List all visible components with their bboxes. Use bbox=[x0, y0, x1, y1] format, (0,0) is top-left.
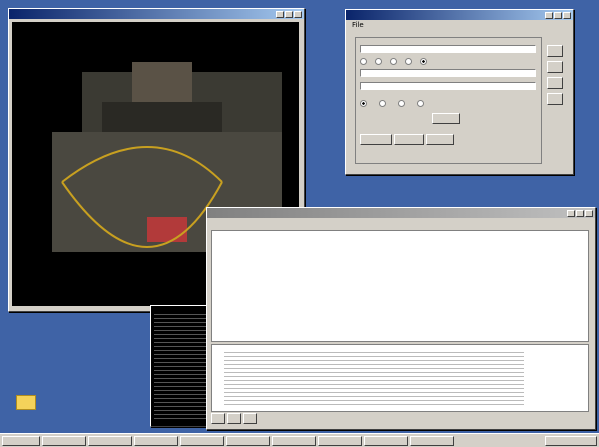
log-row bbox=[222, 278, 578, 287]
taskbar-item[interactable] bbox=[88, 435, 132, 446]
footer-button-3[interactable] bbox=[243, 413, 257, 424]
menu-file[interactable]: File bbox=[352, 21, 364, 29]
field-3[interactable] bbox=[360, 82, 536, 90]
field-1[interactable] bbox=[360, 45, 536, 53]
system-tray bbox=[545, 435, 597, 446]
type-radio-group bbox=[360, 58, 536, 65]
footer-button-1[interactable] bbox=[211, 413, 225, 424]
log-list[interactable] bbox=[211, 230, 589, 342]
side-button-4[interactable] bbox=[547, 93, 563, 105]
agent-form bbox=[355, 37, 542, 164]
log-detail-area[interactable] bbox=[211, 344, 589, 412]
console-window bbox=[150, 305, 214, 427]
log-row bbox=[222, 233, 578, 242]
field-2[interactable] bbox=[360, 69, 536, 77]
taskbar-item[interactable] bbox=[410, 435, 454, 446]
tab-1[interactable] bbox=[360, 134, 392, 145]
minimize-button[interactable] bbox=[567, 209, 575, 217]
close-button[interactable] bbox=[294, 10, 302, 18]
taskbar-item[interactable] bbox=[364, 435, 408, 446]
agent-menubar: File bbox=[346, 20, 573, 29]
minimize-button[interactable] bbox=[545, 11, 553, 19]
log-row bbox=[222, 260, 578, 269]
taskbar-item[interactable] bbox=[226, 435, 270, 446]
log-window bbox=[206, 207, 596, 430]
log-titlebar[interactable] bbox=[207, 208, 595, 218]
agent-side-buttons bbox=[547, 45, 563, 105]
desktop-folder-icon[interactable] bbox=[14, 395, 38, 423]
side-button-1[interactable] bbox=[547, 45, 563, 57]
status-radio-2[interactable] bbox=[379, 100, 386, 107]
footer-button-2[interactable] bbox=[227, 413, 241, 424]
close-button[interactable] bbox=[563, 11, 571, 19]
taskbar-item[interactable] bbox=[318, 435, 362, 446]
status-radio-4[interactable] bbox=[417, 100, 424, 107]
status-radio-group bbox=[360, 100, 536, 107]
maximize-button[interactable] bbox=[554, 11, 562, 19]
start-button[interactable] bbox=[2, 435, 40, 446]
agent-control-titlebar[interactable] bbox=[346, 10, 573, 20]
log-row bbox=[222, 251, 578, 260]
connect-button[interactable] bbox=[432, 113, 460, 124]
maximize-button[interactable] bbox=[285, 10, 293, 18]
radio-5[interactable] bbox=[420, 58, 427, 65]
folder-icon bbox=[16, 395, 36, 410]
agent-tabs bbox=[360, 134, 454, 145]
tab-2[interactable] bbox=[394, 134, 424, 145]
radio-2[interactable] bbox=[375, 58, 382, 65]
taskbar-item[interactable] bbox=[134, 435, 178, 446]
log-menubar bbox=[207, 218, 595, 227]
close-button[interactable] bbox=[585, 209, 593, 217]
status-radio-3[interactable] bbox=[398, 100, 405, 107]
radio-1[interactable] bbox=[360, 58, 367, 65]
console-text-area bbox=[154, 311, 210, 421]
log-detail-text bbox=[224, 349, 524, 407]
side-button-2[interactable] bbox=[547, 61, 563, 73]
log-rows bbox=[212, 231, 588, 325]
log-row bbox=[222, 287, 578, 296]
radio-3[interactable] bbox=[390, 58, 397, 65]
maximize-button[interactable] bbox=[576, 209, 584, 217]
minimize-button[interactable] bbox=[276, 10, 284, 18]
log-row bbox=[222, 314, 578, 323]
log-footer bbox=[211, 413, 257, 424]
taskbar bbox=[0, 433, 599, 447]
map-window-titlebar[interactable] bbox=[9, 9, 304, 19]
status-radio-1[interactable] bbox=[360, 100, 367, 107]
radio-4[interactable] bbox=[405, 58, 412, 65]
taskbar-item[interactable] bbox=[180, 435, 224, 446]
log-row bbox=[222, 269, 578, 278]
tab-3[interactable] bbox=[426, 134, 454, 145]
side-button-3[interactable] bbox=[547, 77, 563, 89]
log-row bbox=[222, 296, 578, 305]
taskbar-item[interactable] bbox=[42, 435, 86, 446]
log-row bbox=[222, 242, 578, 251]
agent-control-window: File bbox=[345, 9, 574, 175]
log-row bbox=[222, 305, 578, 314]
taskbar-item[interactable] bbox=[272, 435, 316, 446]
